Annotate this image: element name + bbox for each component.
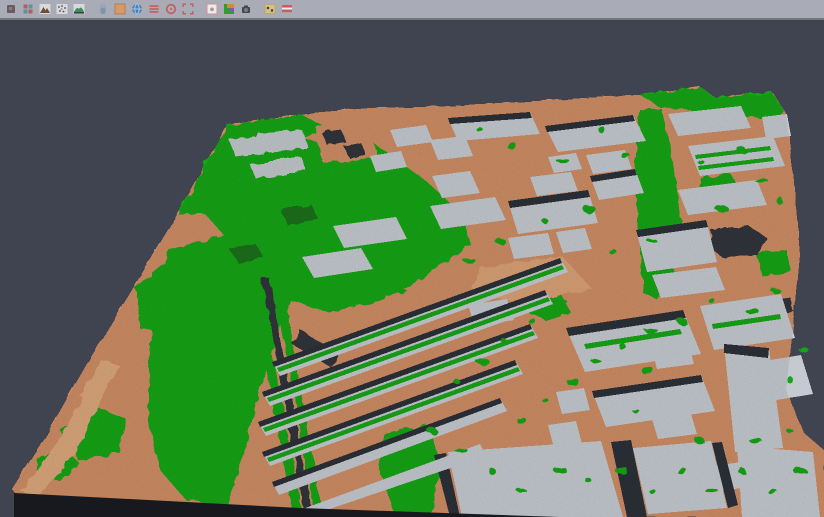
vegetation-speckle	[799, 348, 809, 352]
toolbar-group-2	[94, 0, 196, 18]
viewport-3d[interactable]	[0, 22, 824, 517]
point-match-icon[interactable]	[19, 0, 36, 18]
section-lines-icon[interactable]	[145, 0, 162, 18]
terrain-icon[interactable]	[36, 0, 53, 18]
toolbar	[0, 0, 824, 20]
dem-hill-icon[interactable]	[70, 0, 87, 18]
point-cloud-icon[interactable]	[53, 0, 70, 18]
annotation-icon[interactable]	[261, 0, 278, 18]
flag-lines-icon[interactable]	[278, 0, 295, 18]
point-cloud-grain	[0, 22, 824, 517]
globe-3d-icon[interactable]	[128, 0, 145, 18]
ortho-image-icon[interactable]	[111, 0, 128, 18]
point-cloud-scene	[0, 22, 824, 517]
vegetation-speckle	[787, 377, 794, 384]
classification-colors-icon[interactable]	[220, 0, 237, 18]
profile-tool-icon[interactable]	[94, 0, 111, 18]
toolbar-group-4	[261, 0, 295, 18]
camera-icon[interactable]	[237, 0, 254, 18]
circle-select-icon[interactable]	[162, 0, 179, 18]
toolbar-group-1	[2, 0, 87, 18]
select-tool-icon[interactable]	[2, 0, 19, 18]
stamp-tool-icon[interactable]	[203, 0, 220, 18]
extent-select-icon[interactable]	[179, 0, 196, 18]
toolbar-group-3	[203, 0, 254, 18]
